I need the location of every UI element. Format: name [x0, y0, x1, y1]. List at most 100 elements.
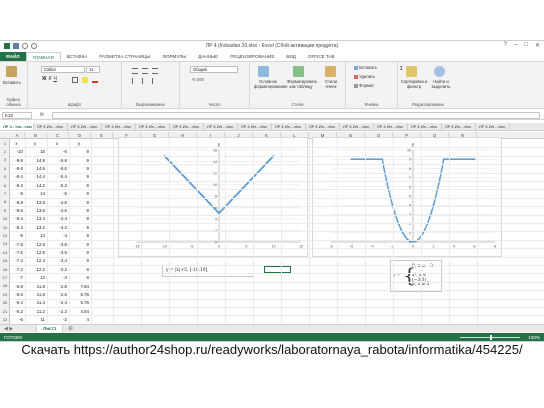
table-cell[interactable]: 12.8 [25, 241, 45, 248]
table-cell[interactable]: 9 [69, 257, 89, 264]
workbook-tab[interactable]: ЛР 4 Ин....xlsx [170, 123, 204, 130]
table-cell[interactable]: 7.84 [69, 283, 89, 290]
table-cell[interactable]: 13 [25, 232, 45, 239]
table-cell[interactable]: -8.6 [10, 207, 23, 214]
row-header[interactable]: 4 [0, 166, 10, 171]
table-cell[interactable]: -7.2 [10, 266, 23, 273]
table-cell[interactable]: -3.2 [47, 266, 67, 273]
borders-icon[interactable] [72, 77, 78, 83]
workbook-tab[interactable]: ЛР 4 Ин....xlsx [408, 123, 442, 130]
fx-icon[interactable]: fx [40, 112, 44, 118]
column-header[interactable]: A [10, 132, 25, 139]
find-select-icon[interactable] [434, 66, 445, 77]
row-header[interactable]: 8 [0, 199, 10, 204]
tab-formulas[interactable]: ФОРМУЛЫ [156, 52, 192, 61]
bold-icon[interactable]: Ж [42, 76, 47, 82]
row-header[interactable]: 9 [0, 208, 10, 213]
table-cell[interactable]: -9.4 [10, 173, 23, 180]
font-name-select[interactable]: Calibri [41, 66, 85, 73]
workbook-tab[interactable]: ЛР 4 Ин....xlsx [102, 123, 136, 130]
table-cell[interactable]: 9 [69, 274, 89, 281]
cell-styles-button[interactable]: Стили ячеек [320, 79, 342, 89]
percent-icon[interactable]: % 000 [192, 77, 204, 82]
table-cell[interactable]: -9.2 [10, 182, 23, 189]
row-header[interactable]: 11 [0, 225, 10, 230]
row-header[interactable]: 18 [0, 283, 10, 288]
table-cell[interactable]: -9.6 [10, 165, 23, 172]
table-cell[interactable]: 9 [69, 232, 89, 239]
row-header[interactable]: 2 [0, 149, 10, 154]
table-cell[interactable]: -6.4 [10, 299, 23, 306]
table-cell[interactable]: 12.6 [25, 249, 45, 256]
workbook-tab[interactable]: ЛР 4 Ин....xlsx [68, 123, 102, 130]
minimize-icon[interactable]: – [514, 42, 517, 49]
row-header[interactable]: 15 [0, 258, 10, 263]
table-cell[interactable]: 14.4 [25, 173, 45, 180]
table-cell[interactable]: 12 [25, 274, 45, 281]
table-cell[interactable]: x [10, 140, 23, 147]
table-cell[interactable]: -2 [47, 316, 67, 323]
table-cell[interactable]: 6.76 [69, 291, 89, 298]
font-size-select[interactable]: 11 [86, 66, 100, 73]
worksheet-grid[interactable]: ABCDEFGHIJKLMNOPQR 1 2 3 4 5 6 7 8 9 10 11 12 13 14 15… [0, 132, 544, 325]
table-cell[interactable]: -5 [47, 190, 67, 197]
conditional-format-button[interactable]: Условное форматирование [254, 79, 288, 89]
workbook-tab[interactable]: ЛР 4 Ин....xlsx [238, 123, 272, 130]
sheet-nav-arrows-icon[interactable]: ◀ ▶ [4, 325, 13, 333]
table-cell[interactable]: -4.6 [47, 207, 67, 214]
table-cell[interactable]: -3 [47, 274, 67, 281]
tab-review[interactable]: РЕЦЕНЗИРОВАНИЕ [224, 52, 280, 61]
table-cell[interactable]: -7.6 [10, 249, 23, 256]
table-cell[interactable]: -6.8 [10, 283, 23, 290]
sort-filter-button[interactable]: Сортировка и фильтр [400, 79, 428, 89]
selected-cell[interactable] [264, 266, 291, 273]
row-header[interactable]: 20 [0, 300, 10, 305]
table-cell[interactable]: -4 [47, 232, 67, 239]
workbook-tab[interactable]: ЛР 4 Ин....xlsx [374, 123, 408, 130]
table-cell[interactable]: -4.4 [47, 215, 67, 222]
cell-styles-icon[interactable] [325, 66, 336, 77]
table-cell[interactable]: -5.6 [47, 165, 67, 172]
format-as-table-button[interactable]: Форматировать как таблицу [287, 79, 317, 89]
table-cell[interactable]: 13.2 [25, 224, 45, 231]
row-header[interactable]: 21 [0, 309, 10, 314]
table-cell[interactable]: -9.8 [10, 157, 23, 164]
table-cell[interactable]: -4.2 [47, 224, 67, 231]
table-cell[interactable]: -8.4 [10, 215, 23, 222]
table-cell[interactable]: 11 [25, 316, 45, 323]
table-cell[interactable]: -9 [10, 190, 23, 197]
tab-data[interactable]: ДАННЫЕ [192, 52, 224, 61]
formula-abs-textbox[interactable]: y = |x|+5, [-10;10], [162, 265, 254, 277]
column-header[interactable]: C [47, 132, 69, 139]
table-cell[interactable]: 11.2 [25, 308, 45, 315]
row-header[interactable]: 17 [0, 275, 10, 280]
column-header[interactable]: B [25, 132, 47, 139]
name-box[interactable]: K19 [2, 112, 32, 119]
close-icon[interactable]: ✕ [535, 42, 540, 49]
row-header[interactable]: 12 [0, 233, 10, 238]
table-cell[interactable]: -6.2 [10, 308, 23, 315]
row-header[interactable]: 14 [0, 250, 10, 255]
table-cell[interactable]: -2.2 [47, 308, 67, 315]
row-header[interactable]: 7 [0, 191, 10, 196]
sort-filter-icon[interactable] [406, 66, 417, 77]
table-cell[interactable]: -2.6 [47, 291, 67, 298]
align-left-icon[interactable] [132, 78, 138, 84]
table-cell[interactable]: -5.2 [47, 182, 67, 189]
workbook-tab[interactable]: ЛР 4 Ин....xlsx [442, 123, 476, 130]
table-cell[interactable]: 9 [69, 199, 89, 206]
workbook-tab[interactable]: ЛР 4 Ин....xlsx [136, 123, 170, 130]
tab-office-tab[interactable]: OFFICE TAB [302, 52, 341, 61]
table-cell[interactable]: -8.2 [10, 224, 23, 231]
table-cell[interactable]: 12.2 [25, 266, 45, 273]
insert-cells-button[interactable]: Вставить [354, 65, 377, 70]
table-cell[interactable]: -7.4 [10, 257, 23, 264]
table-cell[interactable]: x [47, 140, 67, 147]
table-cell[interactable]: 14.2 [25, 182, 45, 189]
fill-color-icon[interactable] [82, 77, 88, 83]
table-cell[interactable]: -5.4 [47, 173, 67, 180]
row-header[interactable]: 3 [0, 157, 10, 162]
table-cell[interactable]: 4.84 [69, 308, 89, 315]
workbook-tab[interactable]: ЛР 4 - Ins...xlsx [0, 123, 34, 130]
row-header[interactable]: 10 [0, 216, 10, 221]
